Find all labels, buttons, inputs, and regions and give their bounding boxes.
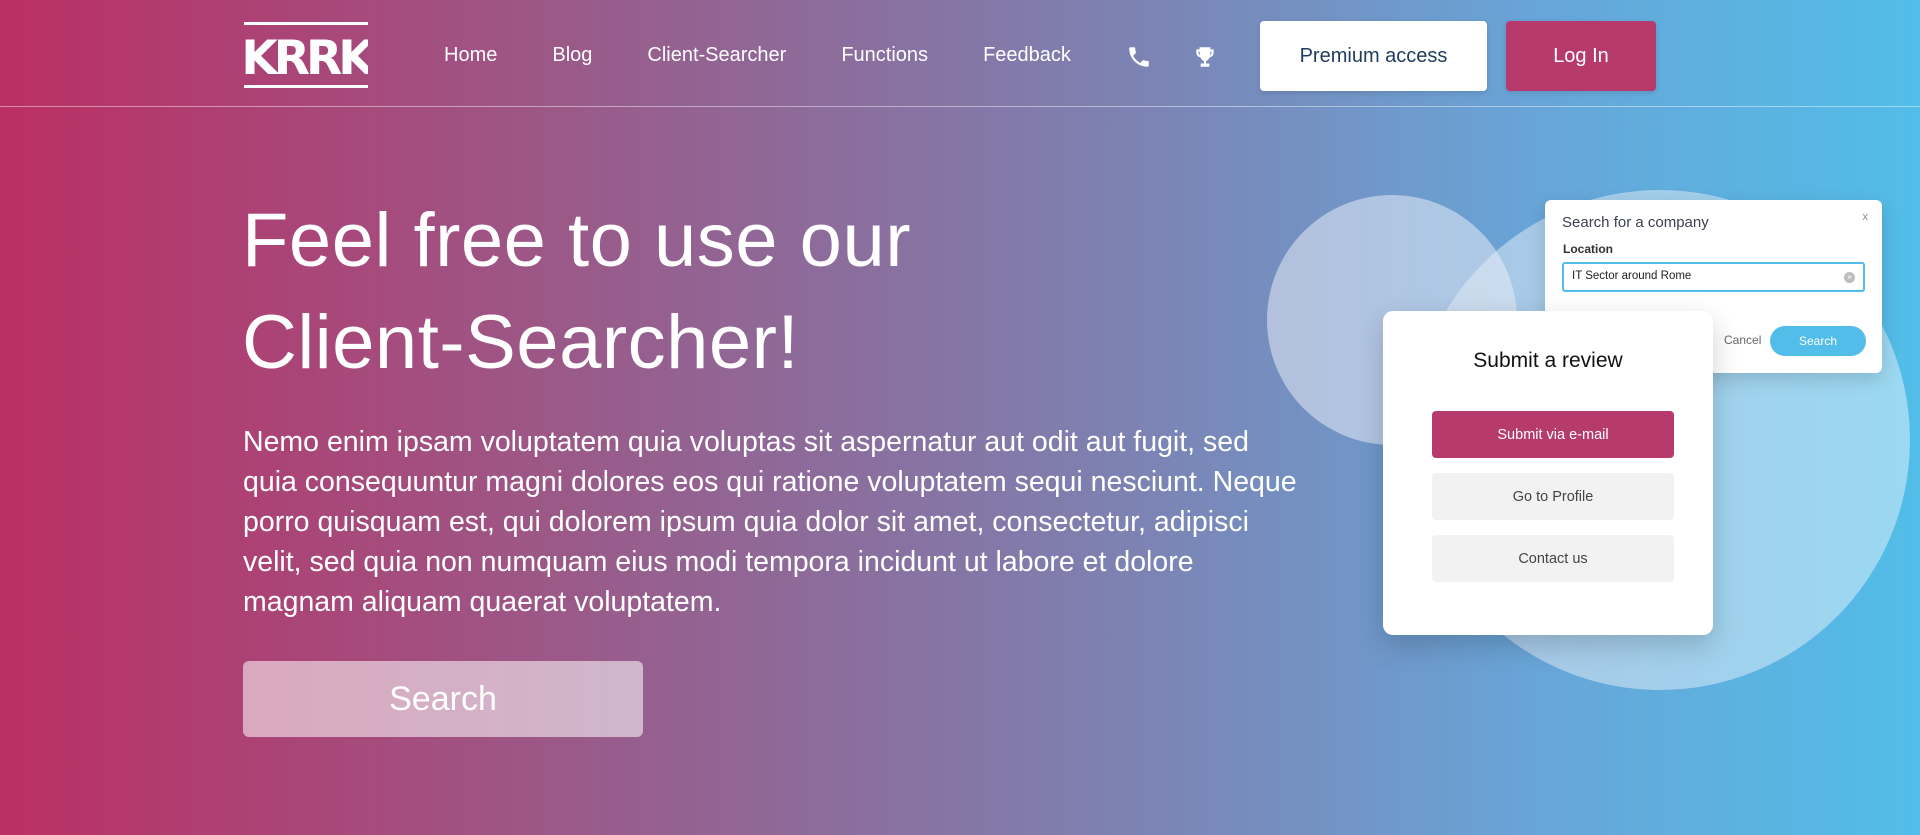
logo[interactable]: KRRK — [244, 22, 368, 88]
location-input[interactable]: IT Sector around Rome × — [1562, 262, 1865, 292]
trophy-icon[interactable] — [1188, 40, 1222, 74]
dialog-title: Search for a company — [1562, 214, 1709, 231]
close-icon[interactable]: x — [1863, 211, 1869, 223]
dialog-cancel-button[interactable]: Cancel — [1724, 333, 1761, 347]
top-navigation-bar: KRRK Home Blog Client-Searcher Functions… — [0, 0, 1920, 107]
submit-via-email-button[interactable]: Submit via e-mail — [1432, 411, 1674, 458]
location-input-value: IT Sector around Rome — [1572, 270, 1692, 282]
login-button[interactable]: Log In — [1506, 21, 1656, 91]
nav-blog[interactable]: Blog — [552, 44, 592, 67]
logo-text: KRRK — [244, 31, 368, 86]
nav-functions[interactable]: Functions — [841, 44, 928, 67]
hero-description: Nemo enim ipsam voluptatem quia voluptas… — [243, 426, 1297, 618]
hero-title-line2: Client-Searcher! — [242, 300, 800, 385]
nav-client-searcher[interactable]: Client-Searcher — [647, 44, 786, 67]
review-card-heading: Submit a review — [1473, 349, 1623, 372]
location-label: Location — [1563, 242, 1613, 256]
hero-search-button[interactable]: Search — [243, 661, 643, 737]
phone-icon[interactable] — [1122, 40, 1156, 74]
submit-review-card: Submit a review Submit via e-mail Go to … — [1383, 311, 1713, 635]
hero-title-line1: Feel free to use our — [242, 198, 912, 283]
premium-access-button[interactable]: Premium access — [1260, 21, 1487, 91]
clear-icon[interactable]: × — [1844, 272, 1855, 283]
nav-home[interactable]: Home — [444, 44, 497, 67]
go-to-profile-button[interactable]: Go to Profile — [1432, 473, 1674, 520]
hero-title: Feel free to use our Client-Searcher! — [242, 190, 1042, 394]
nav-feedback[interactable]: Feedback — [983, 44, 1071, 67]
dialog-search-button[interactable]: Search — [1770, 326, 1866, 356]
contact-us-button[interactable]: Contact us — [1432, 535, 1674, 582]
main-nav: Home Blog Client-Searcher Functions Feed… — [444, 0, 1126, 110]
